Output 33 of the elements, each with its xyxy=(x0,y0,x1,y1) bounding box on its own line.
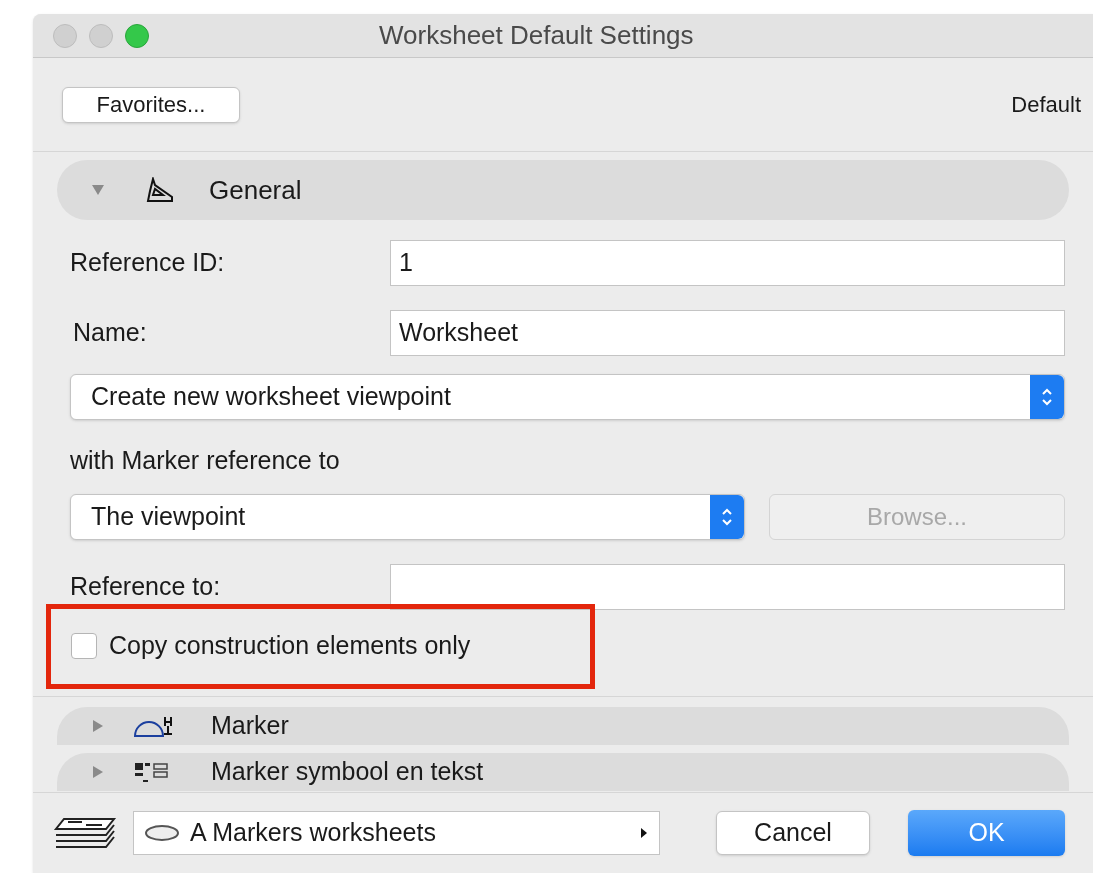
section-header[interactable]: Marker symbool en tekst xyxy=(57,752,1069,791)
zoom-window-button[interactable] xyxy=(125,23,149,48)
caret-right-icon[interactable] xyxy=(91,764,105,779)
section-title: Marker xyxy=(211,709,289,741)
reference-id-field[interactable]: 1 xyxy=(390,240,1065,286)
caret-right-icon[interactable] xyxy=(91,718,105,733)
section-title: General xyxy=(209,173,302,207)
close-window-button[interactable] xyxy=(53,23,77,48)
field-label: Reference to: xyxy=(70,570,222,602)
stepper-icon[interactable] xyxy=(1030,375,1064,419)
name-field[interactable]: Worksheet xyxy=(390,310,1065,356)
section-label: with Marker reference to xyxy=(70,445,341,476)
section-title: Marker symbool en tekst xyxy=(211,755,484,787)
marker-reference-dropdown[interactable]: The viewpoint xyxy=(70,493,745,540)
section-header[interactable]: Marker xyxy=(57,706,1069,745)
stepper-icon[interactable] xyxy=(710,494,744,539)
section-header[interactable]: General xyxy=(57,160,1069,220)
layer-dropdown[interactable]: A Markers worksheets xyxy=(133,810,660,855)
drafting-icon xyxy=(145,177,175,203)
caret-right-icon xyxy=(639,825,649,840)
window-title: Worksheet Default Settings xyxy=(379,19,694,52)
favorites-button[interactable]: Favorites... xyxy=(62,86,240,123)
status-label: Default xyxy=(1011,91,1081,119)
reference-to-field[interactable] xyxy=(390,563,1065,610)
checkbox[interactable] xyxy=(71,633,97,659)
cancel-button[interactable]: Cancel xyxy=(716,810,870,855)
field-label: Name: xyxy=(72,317,148,349)
mode-dropdown[interactable]: Create new worksheet viewpoint xyxy=(70,374,1065,420)
caret-down-icon[interactable] xyxy=(91,183,105,197)
minimize-window-button[interactable] xyxy=(89,23,113,48)
layer-eye-icon xyxy=(144,822,180,843)
checkbox-label: Copy construction elements only xyxy=(109,630,471,662)
field-label: Reference ID: xyxy=(70,247,226,279)
